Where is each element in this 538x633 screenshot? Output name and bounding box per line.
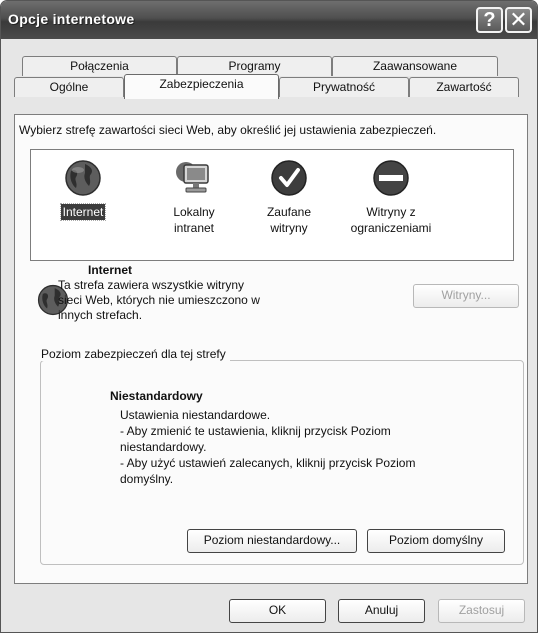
zone-local-intranet[interactable]: Lokalny intranet: [159, 158, 229, 236]
computer-icon: [176, 162, 209, 193]
zone-restricted-sites[interactable]: Witryny z ograniczeniami: [331, 158, 451, 236]
zone-restricted-label-2: ograniczeniami: [350, 221, 432, 235]
level-description-line: niestandardowy.: [120, 440, 207, 454]
tab-connections[interactable]: Połączenia: [22, 56, 177, 76]
security-tab-panel: Wybierz strefę zawartości sieci Web, aby…: [14, 114, 528, 584]
ok-button[interactable]: OK: [229, 599, 326, 623]
zone-description: Ta strefa zawiera wszystkie witryny siec…: [58, 278, 288, 323]
tab-general[interactable]: Ogólne: [14, 77, 124, 97]
apply-button[interactable]: Zastosuj: [438, 599, 525, 623]
zone-list: Internet Lokalny intranet Zaufane witryn…: [30, 149, 514, 261]
zone-restricted-label-1: Witryny z: [366, 205, 416, 219]
security-level-group-label: Poziom zabezpieczeń dla tej strefy: [37, 347, 230, 361]
tab-privacy[interactable]: Prywatność: [279, 77, 409, 97]
zone-trusted-sites[interactable]: Zaufane witryny: [259, 158, 319, 236]
internet-options-dialog: Opcje internetowe ? ✕ Połączenia Program…: [0, 0, 538, 633]
tab-strip: Połączenia Programy Zaawansowane Ogólne …: [14, 56, 528, 108]
checkmark-icon: [271, 160, 307, 196]
restricted-icon: [373, 160, 409, 196]
zone-internet[interactable]: Internet: [53, 158, 113, 221]
window-title: Opcje internetowe: [8, 11, 135, 27]
zone-description-line: Ta strefa zawiera wszystkie witryny: [58, 278, 245, 292]
tab-advanced[interactable]: Zaawansowane: [332, 56, 498, 76]
zone-local-intranet-label-1: Lokalny: [173, 205, 215, 219]
cancel-button[interactable]: Anuluj: [338, 599, 425, 623]
default-level-button[interactable]: Poziom domyślny: [367, 529, 505, 553]
zone-local-intranet-label-2: intranet: [173, 221, 215, 235]
security-level-description: Ustawienia niestandardowe. - Aby zmienić…: [120, 407, 490, 487]
level-description-line: - Aby użyć ustawień zalecanych, kliknij …: [120, 456, 416, 470]
zone-prompt: Wybierz strefę zawartości sieci Web, aby…: [19, 123, 437, 137]
tab-content[interactable]: Zawartość: [409, 77, 519, 97]
custom-level-button[interactable]: Poziom niestandardowy...: [187, 529, 357, 553]
zone-description-title: Internet: [88, 263, 133, 277]
help-button[interactable]: ?: [476, 7, 503, 33]
level-description-line: domyślny.: [120, 472, 174, 486]
level-description-line: Ustawienia niestandardowe.: [120, 408, 271, 422]
zone-description-line: innych strefach.: [58, 308, 143, 322]
zone-internet-label: Internet: [59, 203, 107, 221]
tab-programs[interactable]: Programy: [177, 56, 332, 76]
security-level-title: Niestandardowy: [110, 389, 203, 403]
zone-description-line: sieci Web, których nie umieszczono w: [58, 293, 260, 307]
close-button[interactable]: ✕: [505, 7, 532, 33]
title-bar[interactable]: Opcje internetowe ? ✕: [1, 1, 537, 39]
level-description-line: - Aby zmienić te ustawienia, kliknij prz…: [120, 424, 391, 438]
globe-icon: [65, 160, 101, 196]
sites-button[interactable]: Witryny...: [413, 284, 519, 308]
zone-trusted-label-2: witryny: [270, 221, 308, 235]
zone-trusted-label-1: Zaufane: [266, 205, 312, 219]
tab-security[interactable]: Zabezpieczenia: [124, 74, 279, 99]
